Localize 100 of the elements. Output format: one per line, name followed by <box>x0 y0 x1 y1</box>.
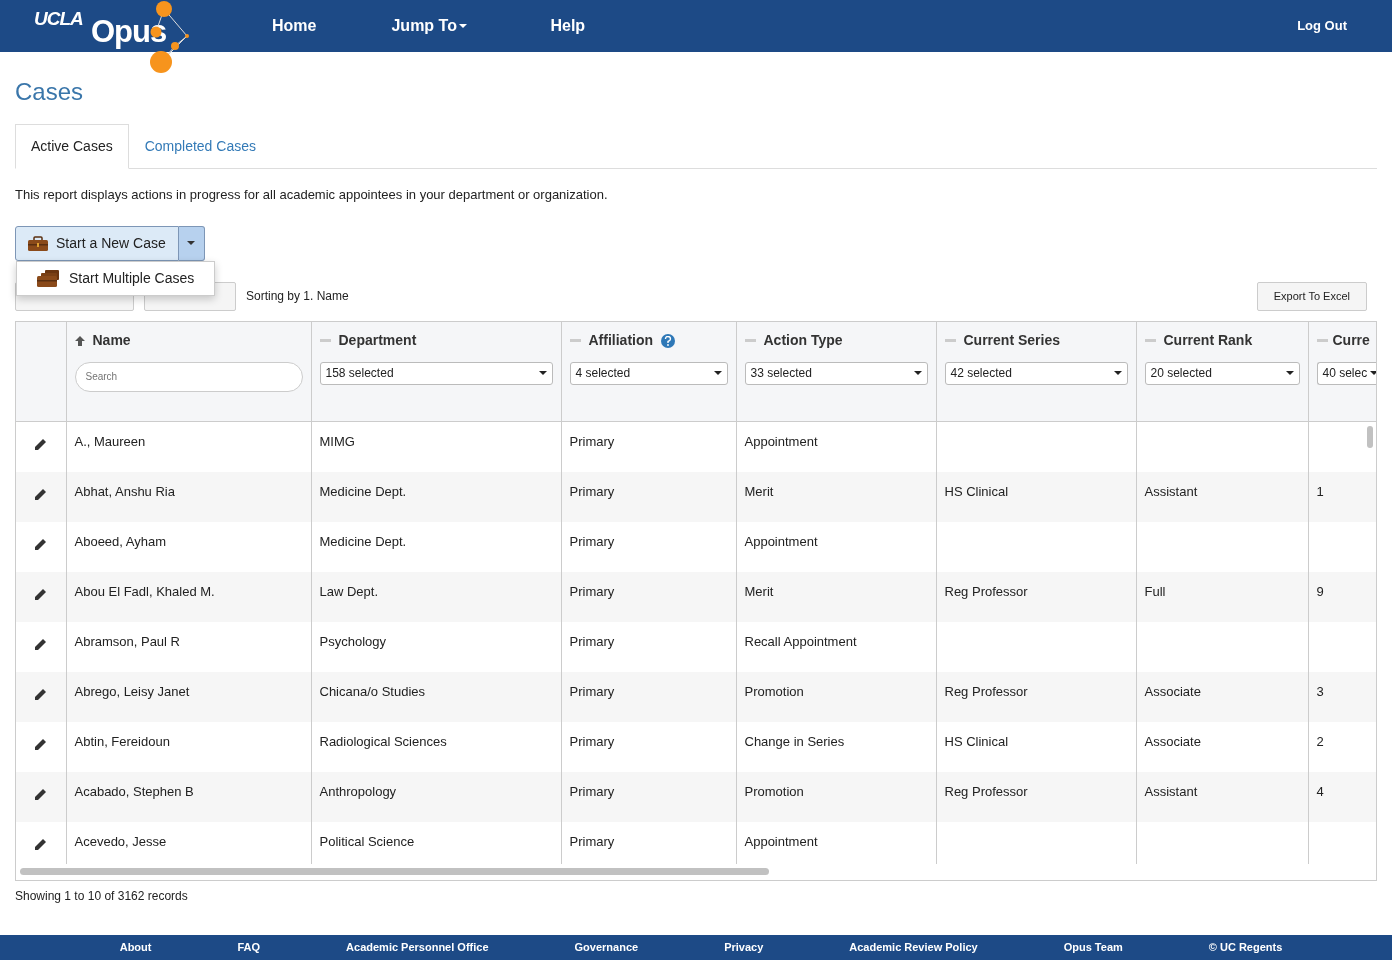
table-cell: HS Clinical <box>944 483 1009 499</box>
pencil-icon[interactable] <box>35 788 47 800</box>
footer-link[interactable]: Academic Review Policy <box>849 939 978 956</box>
table-cell: Reg Professor <box>944 583 1028 599</box>
description-text: This report displays actions in progress for all academic appointees in your department or organization. <box>15 186 609 204</box>
scrollbar-thumb[interactable] <box>20 867 769 875</box>
caret-icon <box>1113 371 1122 375</box>
start-case-button[interactable]: Start a New Case <box>15 225 179 261</box>
table-cell: Primary <box>569 733 615 749</box>
table-cell: 4 <box>1316 783 1324 799</box>
footer-link[interactable]: © UC Regents <box>1208 939 1283 956</box>
filter-select[interactable]: 40 selec <box>1316 361 1376 385</box>
dropdown-toggle-button[interactable] <box>178 225 205 261</box>
caret-icon <box>1370 371 1376 375</box>
table-cell: 3 <box>1316 683 1324 699</box>
logout-link[interactable]: Log Out <box>1297 16 1347 36</box>
table-cell: Change in Series <box>744 733 845 749</box>
tab[interactable]: Active Cases <box>15 124 129 169</box>
table-cell: Assistant <box>1144 783 1198 799</box>
caret-icon <box>913 371 922 375</box>
table-cell: Abrego, Leisy Janet <box>74 683 190 699</box>
column-header[interactable]: Name <box>92 330 131 351</box>
briefcases-icon <box>37 269 59 287</box>
column-header[interactable]: Current Rank <box>1163 330 1253 351</box>
table-cell: Abtin, Fereidoun <box>74 733 170 749</box>
table-cell: Chicana/o Studies <box>319 683 425 699</box>
pencil-icon[interactable] <box>35 488 47 500</box>
table-cell: Medicine Dept. <box>319 483 407 499</box>
table-cell: Assistant <box>1144 483 1198 499</box>
pencil-icon[interactable] <box>35 838 47 850</box>
nav-link[interactable]: Jump To <box>391 14 476 38</box>
caret-icon <box>458 24 467 28</box>
table-cell: Abramson, Paul R <box>74 633 180 649</box>
nav-link[interactable]: Help <box>550 14 635 38</box>
table-cell: HS Clinical <box>944 733 1009 749</box>
filter-select[interactable]: 158 selected <box>319 361 553 385</box>
table-cell: Appointment <box>744 533 818 549</box>
table-cell: Primary <box>569 683 615 699</box>
scrollbar-thumb[interactable] <box>1367 425 1373 448</box>
export-button[interactable]: Export To Excel <box>1256 281 1367 311</box>
table-cell: Primary <box>569 783 615 799</box>
caret-icon <box>713 371 722 375</box>
table-cell: Associate <box>1144 733 1201 749</box>
pencil-icon[interactable] <box>35 588 47 600</box>
table-cell: Abhat, Anshu Ria <box>74 483 175 499</box>
filter-select[interactable]: 42 selected <box>944 361 1128 385</box>
table-cell: Psychology <box>319 633 386 649</box>
footer-link[interactable]: Academic Personnel Office <box>346 939 489 956</box>
table-cell: Primary <box>569 434 615 449</box>
column-header[interactable]: Current Series <box>963 330 1060 351</box>
table-cell: 9 <box>1316 583 1324 599</box>
pencil-icon[interactable] <box>35 439 47 451</box>
table-cell: Aboeed, Ayham <box>74 533 167 549</box>
table-cell: A., Maureen <box>74 434 146 449</box>
caret-icon <box>1285 371 1294 375</box>
page-title: Cases <box>15 80 85 104</box>
tab[interactable]: Completed Cases <box>128 124 272 169</box>
column-header[interactable]: Action Type <box>763 330 843 351</box>
column-header[interactable]: Department <box>338 330 417 351</box>
footer-link[interactable]: Opus Team <box>1063 939 1123 956</box>
table-cell: Reg Professor <box>944 783 1028 799</box>
column-header[interactable]: Curre <box>1332 330 1370 351</box>
pencil-icon[interactable] <box>35 738 47 750</box>
table-cell: Associate <box>1144 683 1201 699</box>
table-cell: Full <box>1144 583 1166 599</box>
search-field[interactable]: Search <box>74 361 303 392</box>
question-icon <box>663 335 674 346</box>
table-cell: Promotion <box>744 783 804 799</box>
table-cell: 1 <box>1316 483 1324 499</box>
table-cell: Recall Appointment <box>744 633 857 649</box>
footer-link[interactable]: About <box>119 939 152 956</box>
table-cell: Medicine Dept. <box>319 533 407 549</box>
menu-item[interactable]: Start Multiple Cases <box>37 267 195 289</box>
footer-link[interactable]: Governance <box>574 939 639 956</box>
briefcase-icon <box>28 235 48 251</box>
table-cell: Primary <box>569 583 615 599</box>
column-header[interactable]: Affiliation <box>588 330 654 351</box>
table-cell: Appointment <box>744 833 818 849</box>
caret-icon <box>538 371 547 375</box>
footer-link[interactable]: FAQ <box>237 939 261 956</box>
table-cell: Merit <box>744 583 774 599</box>
footer-link[interactable]: Privacy <box>724 939 764 956</box>
pencil-icon[interactable] <box>35 638 47 650</box>
table-cell: MIMG <box>319 434 355 449</box>
table-cell: Promotion <box>744 683 804 699</box>
pencil-icon[interactable] <box>35 538 47 550</box>
table-cell: 2 <box>1316 733 1324 749</box>
table-cell: Political Science <box>319 833 415 849</box>
pencil-icon[interactable] <box>35 688 47 700</box>
nav-link[interactable]: Home <box>272 14 317 38</box>
table-cell: Acabado, Stephen B <box>74 783 194 799</box>
filter-select[interactable]: 20 selected <box>1144 361 1300 385</box>
table-cell: Reg Professor <box>944 683 1028 699</box>
filter-select[interactable]: 4 selected <box>569 361 728 385</box>
filter-select[interactable]: 33 selected <box>744 361 928 385</box>
records-count-text: Showing 1 to 10 of 3162 records <box>15 887 189 905</box>
table-cell: Anthropology <box>319 783 397 799</box>
table-cell: Acevedo, Jesse <box>74 833 167 849</box>
table-cell: Law Dept. <box>319 583 379 599</box>
help-icon[interactable] <box>661 333 676 348</box>
